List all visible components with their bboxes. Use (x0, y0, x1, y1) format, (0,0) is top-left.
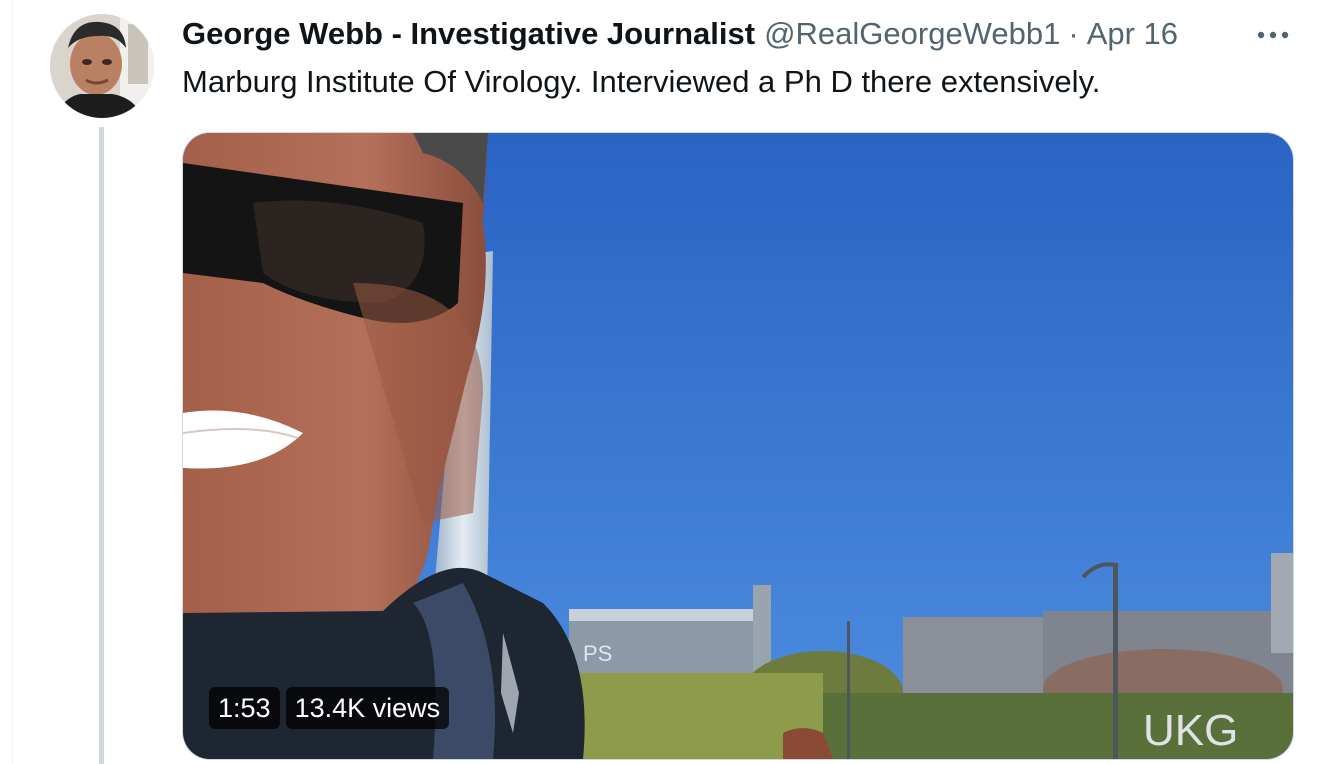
tweet[interactable]: George Webb - Investigative Journalist @… (0, 0, 1322, 764)
video-player[interactable]: PS UKG 1:53 13.4K views (182, 132, 1294, 760)
tweet-text: Marburg Institute Of Virology. Interview… (182, 64, 1101, 99)
avatar-image (50, 14, 154, 118)
tweet-date[interactable]: Apr 16 (1087, 14, 1178, 54)
more-horizontal-icon (1257, 31, 1289, 39)
view-count: 13.4K views (285, 687, 450, 729)
user-handle[interactable]: @RealGeorgeWebb1 (764, 14, 1060, 54)
building-sign-text: PS (583, 641, 612, 666)
display-name[interactable]: George Webb - Investigative Journalist (182, 14, 755, 54)
video-thumbnail: PS UKG (183, 133, 1293, 759)
tweet-header: George Webb - Investigative Journalist @… (182, 14, 1178, 54)
separator-dot: · (1068, 16, 1079, 51)
avatar[interactable] (50, 14, 154, 118)
video-overlay-badges: 1:53 13.4K views (209, 687, 450, 729)
thread-line (99, 127, 104, 764)
more-button[interactable] (1250, 16, 1296, 54)
campus-sign-text: UKG (1143, 706, 1238, 755)
timeline-border (12, 0, 13, 764)
video-duration: 1:53 (209, 687, 280, 729)
